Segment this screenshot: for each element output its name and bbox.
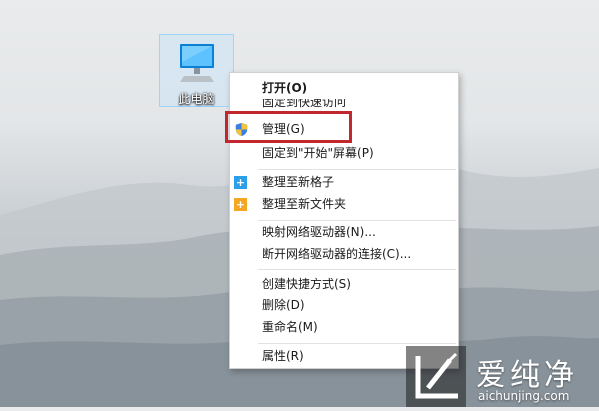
watermark-url: aichunjing.com	[478, 389, 570, 403]
menu-item-create-shortcut[interactable]: 创建快捷方式(S)	[230, 274, 458, 295]
menu-separator	[258, 269, 456, 270]
menu-item-label: 固定到"开始"屏幕(P)	[262, 146, 374, 160]
menu-item-label: 删除(D)	[262, 298, 305, 312]
desktop-icon-this-pc[interactable]: 此电脑	[159, 34, 234, 107]
plus-icon: +	[234, 198, 247, 211]
menu-separator	[258, 343, 456, 344]
menu-item-label: 整理至新格子	[262, 175, 335, 189]
menu-item-open[interactable]: 打开(O)	[230, 78, 458, 99]
menu-separator	[258, 220, 456, 221]
menu-item-pin-start[interactable]: 固定到"开始"屏幕(P)	[230, 143, 458, 164]
menu-separator	[258, 169, 456, 170]
watermark: 爱纯净 aichunjing.com	[406, 346, 599, 407]
plus-icon: +	[234, 176, 247, 189]
menu-item-label: 创建快捷方式(S)	[262, 277, 351, 291]
menu-item-label: 重命名(M)	[262, 320, 318, 334]
menu-item-new-folder-group[interactable]: + 整理至新文件夹	[230, 194, 458, 215]
menu-item-label: 映射网络驱动器(N)...	[262, 225, 376, 239]
watermark-brand: 爱纯净	[476, 358, 578, 393]
desktop-icon-label: 此电脑	[178, 92, 215, 106]
menu-item-label: 整理至新文件夹	[262, 197, 347, 211]
menu-item-label: 打开(O)	[262, 81, 308, 95]
watermark-logo	[406, 346, 466, 407]
menu-item-delete[interactable]: 删除(D)	[230, 295, 458, 316]
watermark-logo-icon	[415, 352, 458, 399]
menu-item-new-tile-group[interactable]: + 整理至新格子	[230, 172, 458, 193]
menu-item-label: 属性(R)	[262, 349, 304, 363]
menu-item-disconnect-network-drive[interactable]: 断开网络驱动器的连接(C)...	[230, 244, 458, 265]
menu-item-rename[interactable]: 重命名(M)	[230, 317, 458, 338]
menu-item-map-network-drive[interactable]: 映射网络驱动器(N)...	[230, 222, 458, 243]
computer-monitor-icon	[180, 44, 214, 82]
highlight-annotation-box	[225, 111, 352, 143]
menu-item-label: 断开网络驱动器的连接(C)...	[262, 247, 412, 261]
